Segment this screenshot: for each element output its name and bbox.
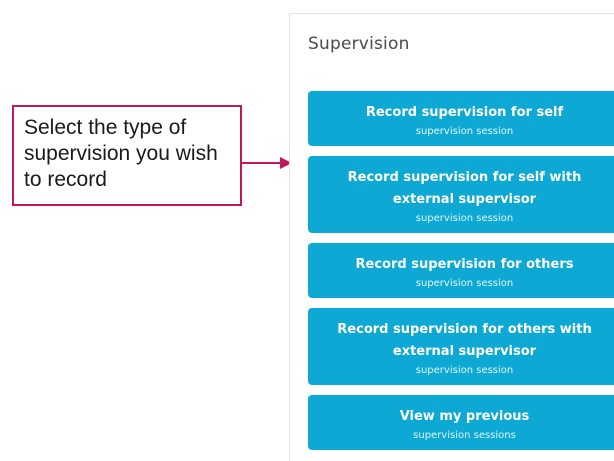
supervision-panel: Supervision Record supervision for self … [289, 13, 614, 461]
button-sublabel: supervision session [415, 365, 514, 376]
panel-title: Supervision [308, 34, 410, 54]
view-previous-button[interactable]: View my previous supervision sessions [308, 395, 614, 450]
instruction-callout: Select the type of supervision you wish … [12, 105, 242, 206]
page: Select the type of supervision you wish … [0, 0, 614, 461]
button-label: Record supervision for others with exter… [337, 322, 592, 359]
button-sublabel: supervision sessions [413, 430, 516, 441]
button-label: Record supervision for self [365, 105, 564, 120]
arrow-right-icon [242, 157, 292, 169]
button-label: Record supervision for others [355, 257, 574, 272]
button-sublabel: supervision session [415, 278, 514, 289]
record-others-button[interactable]: Record supervision for others supervisio… [308, 243, 614, 298]
record-self-external-button[interactable]: Record supervision for self with externa… [308, 156, 614, 233]
record-others-external-button[interactable]: Record supervision for others with exter… [308, 308, 614, 385]
button-sublabel: supervision session [415, 213, 514, 224]
callout-text: Select the type of supervision you wish … [24, 116, 218, 191]
record-self-button[interactable]: Record supervision for self supervision … [308, 91, 614, 146]
button-label: Record supervision for self with externa… [347, 170, 582, 207]
button-sublabel: supervision session [415, 126, 514, 137]
button-label: View my previous [399, 409, 530, 424]
